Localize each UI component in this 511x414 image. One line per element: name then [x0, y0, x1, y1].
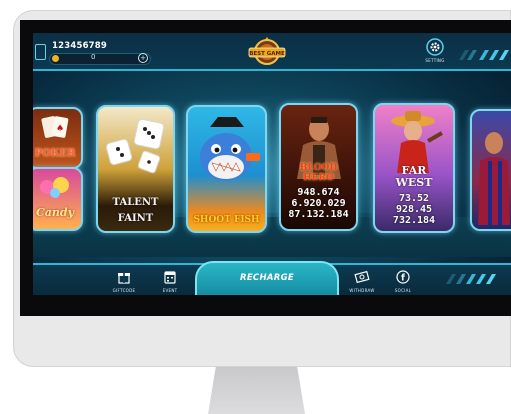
jackpot-value: 87.132.184 — [288, 209, 349, 220]
event-button[interactable]: EVENT — [155, 269, 185, 293]
game-title: Candy — [36, 206, 74, 219]
giftcode-button[interactable]: GIFTCODE — [109, 269, 139, 293]
account-id: 123456789 — [52, 41, 108, 51]
jackpot-value: 732.184 — [392, 215, 436, 226]
monitor-stand — [208, 367, 305, 414]
social-label: SOCIAL — [394, 288, 412, 293]
coin-icon — [52, 55, 59, 62]
game-card-far-west[interactable]: FAR WEST 73.52 928.45 732.184 — [373, 103, 455, 233]
jackpot-value: 928.45 — [395, 204, 433, 215]
game-title: BLOOD HERO — [299, 163, 338, 183]
calendar-icon — [164, 271, 176, 284]
recharge-button[interactable]: RECHARGE — [195, 261, 339, 295]
decor-stripes-bottom — [446, 274, 496, 284]
shark-icon — [200, 117, 260, 181]
game-card-blood-hero[interactable]: BLOOD HERO 948.674 6.920.029 87.132.184 — [279, 103, 358, 231]
game-card-poker[interactable]: ♠ POKER — [33, 107, 83, 169]
game-title: TALENT FAINT — [112, 197, 159, 224]
facebook-icon: f — [396, 270, 410, 284]
best-game-logo: BEST GAME — [248, 37, 286, 65]
game-card-talent-faint[interactable]: TALENT FAINT — [96, 105, 175, 233]
game-title: POKER — [34, 148, 76, 159]
withdraw-label: WITHDRAW — [349, 288, 375, 293]
logo-text: BEST GAME — [249, 51, 285, 57]
withdraw-button[interactable]: WITHDRAW — [347, 269, 377, 293]
cards-icon: ♠ — [41, 116, 69, 138]
balance-bar — [49, 53, 151, 65]
event-label: EVENT — [162, 288, 178, 293]
giftcode-label: GIFTCODE — [112, 288, 136, 293]
jackpot-value: 73.52 — [398, 193, 430, 204]
setting-label: SETTING — [425, 58, 445, 63]
gear-icon[interactable] — [425, 38, 445, 56]
game-card-candy[interactable]: Candy — [33, 167, 83, 231]
jackpot-value: 948.674 — [297, 187, 340, 198]
decor-stripes-top — [459, 50, 509, 60]
social-button[interactable]: f SOCIAL — [388, 269, 418, 293]
svg-text:f: f — [401, 274, 405, 284]
profile-button[interactable] — [35, 44, 46, 60]
dice-icon — [105, 118, 165, 174]
svg-text:♠: ♠ — [56, 124, 64, 134]
game-card-football[interactable] — [470, 109, 511, 231]
gift-icon — [118, 273, 130, 284]
jackpot-value: 6.920.029 — [291, 198, 346, 209]
player-figure — [478, 132, 510, 225]
add-balance-button[interactable]: + — [138, 53, 148, 63]
game-title: SHOOT FISH — [193, 215, 260, 225]
game-card-shoot-fish[interactable]: SHOOT FISH — [186, 105, 267, 233]
game-title: FAR WEST — [395, 164, 433, 189]
money-icon — [354, 270, 370, 284]
balance-value: 0 — [91, 53, 96, 61]
game-lobby-screen: 123456789 0 + BEST GAME SETTING ♠ POKER — [33, 33, 511, 295]
candy-icon — [40, 177, 69, 198]
